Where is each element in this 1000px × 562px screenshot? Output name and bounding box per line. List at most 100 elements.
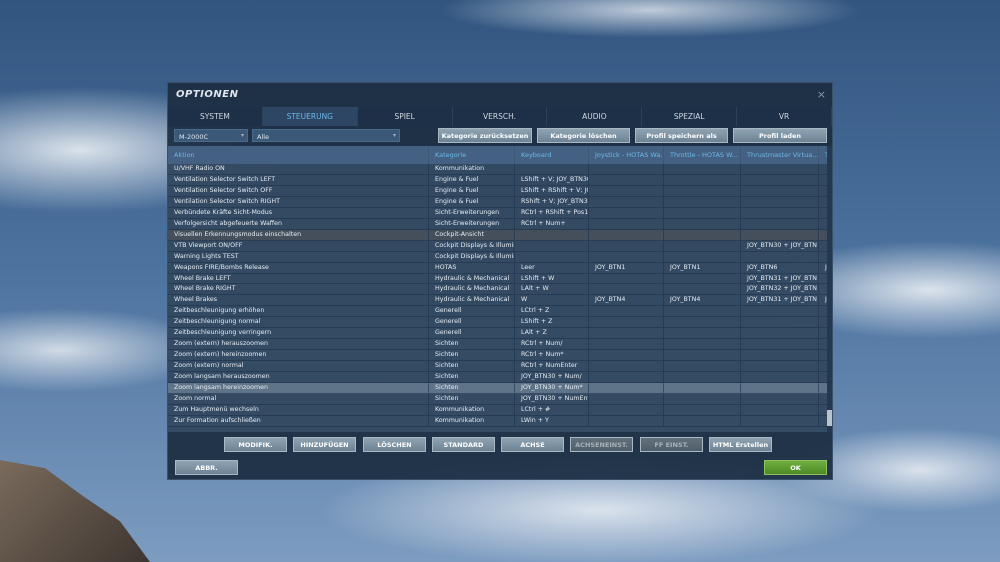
table-cell: Ventilation Selector Switch RIGHT [168, 196, 429, 207]
table-cell: JOY_BTN6 [741, 262, 819, 273]
bottom-button-modifik[interactable]: MODIFIK. [224, 437, 287, 452]
table-cell: Verbündete Kräfte Sicht-Modus [168, 207, 429, 218]
table-cell: Leer [515, 262, 589, 273]
tab-vr[interactable]: VR [737, 107, 833, 126]
table-cell [589, 240, 664, 251]
table-row[interactable]: Ventilation Selector Switch OFF Engine & … [168, 185, 832, 197]
table-cell: RCtrl + NumEnter [515, 361, 589, 372]
table-cell [741, 394, 819, 404]
table-cell [664, 339, 741, 350]
column-header[interactable]: Aktion [168, 146, 429, 164]
table-cell: Zoom (extern) hereinzoomen [168, 350, 429, 361]
table-cell [664, 240, 741, 251]
table-cell: RCtrl + RShift + Pos1 [515, 207, 589, 218]
column-header[interactable]: Joystick - HOTAS Wa... [589, 146, 664, 164]
table-cell [664, 273, 741, 284]
table-cell: Warning Lights TEST [168, 251, 429, 262]
table-row[interactable]: Zoom (extern) herauszoomen Sichten RCtrl +… [168, 339, 832, 351]
table-cell: Cockpit Displays & Illumin [429, 251, 515, 262]
table-cell: Kommunikation [429, 415, 515, 426]
column-header[interactable]: Thrustmaster Virtua... [741, 146, 819, 164]
table-cell: Hydraulic & Mechanical [429, 284, 515, 295]
table-row[interactable]: Zur Formation aufschließen Kommunikation L… [168, 415, 832, 427]
table-cell: Ventilation Selector Switch LEFT [168, 174, 429, 185]
table-row[interactable]: Wheel Brake RIGHT Hydraulic & Mechanical L… [168, 284, 832, 296]
table-row[interactable]: Verfolgersicht abgefeuerte Waffen Sicht-E… [168, 218, 832, 230]
table-cell: Generell [429, 306, 515, 317]
table-row[interactable]: Zoom langsam hereinzoomen Sichten JOY_BTN3… [168, 383, 832, 395]
table-cell: Sichten [429, 350, 515, 361]
table-row[interactable]: Zoom (extern) hereinzoomen Sichten RCtrl +… [168, 350, 832, 362]
table-cell [741, 196, 819, 207]
table-cell: RCtrl + Num* [515, 350, 589, 361]
table-cell [664, 164, 741, 174]
table-row[interactable]: Ventilation Selector Switch LEFT Engine &… [168, 174, 832, 186]
table-cell: Zeitbeschleunigung erhöhen [168, 306, 429, 317]
table-cell: Zoom (extern) herauszoomen [168, 339, 429, 350]
save-profile-button[interactable]: Profil speichern als [635, 128, 728, 143]
table-row[interactable]: Wheel Brake LEFT Hydraulic & Mechanical LS… [168, 273, 832, 285]
vertical-scrollbar[interactable] [827, 146, 832, 432]
bottom-button-standard[interactable]: STANDARD [432, 437, 495, 452]
column-header[interactable]: Throttle - HOTAS W... [664, 146, 741, 164]
tab-audio[interactable]: AUDIO [547, 107, 643, 126]
table-row[interactable]: Verbündete Kräfte Sicht-Modus Sicht-Erwei… [168, 207, 832, 219]
table-row[interactable]: U/VHF Radio ON Kommunikation [168, 164, 832, 175]
table-row[interactable]: Zoom normal Sichten JOY_BTN30 + NumEnter [168, 394, 832, 405]
table-row[interactable]: Zum Hauptmenü wechseln Kommunikation LCtrl… [168, 404, 832, 416]
table-row[interactable]: Zeitbeschleunigung normal Generell LShift … [168, 317, 832, 329]
table-cell [664, 394, 741, 404]
table-cell [589, 317, 664, 328]
table-cell: Wheel Brake RIGHT [168, 284, 429, 295]
table-row[interactable]: Weapons FIRE/Bombs Release HOTAS Leer JOY_B… [168, 262, 832, 274]
table-cell: JOY_BTN1 [589, 262, 664, 273]
ok-button[interactable]: OK [764, 460, 827, 475]
table-cell [741, 218, 819, 229]
table-row[interactable]: Warning Lights TEST Cockpit Displays & Il… [168, 251, 832, 263]
table-cell [741, 164, 819, 174]
table-row[interactable]: VTB Viewport ON/OFF Cockpit Displays & Il… [168, 240, 832, 252]
tab-system[interactable]: SYSTEM [168, 107, 263, 126]
aircraft-select[interactable]: M-2000C [174, 129, 248, 142]
bottom-button-achse[interactable]: ACHSE [501, 437, 564, 452]
table-cell [664, 185, 741, 196]
table-row[interactable]: Zoom langsam herauszoomen Sichten JOY_BTN3… [168, 372, 832, 384]
table-row[interactable]: Ventilation Selector Switch RIGHT Engine … [168, 196, 832, 208]
close-icon[interactable]: × [817, 88, 826, 101]
table-cell [589, 306, 664, 317]
load-profile-button[interactable]: Profil laden [733, 128, 827, 143]
tab-steuerung[interactable]: STEUERUNG [262, 107, 358, 126]
table-row[interactable]: Wheel Brakes Hydraulic & Mechanical W JOY_B… [168, 295, 832, 307]
tab-spiel[interactable]: SPIEL [358, 107, 453, 126]
delete-category-button[interactable]: Kategorie löschen [537, 128, 630, 143]
bottom-button-hinzufügen[interactable]: HINZUFÜGEN [293, 437, 356, 452]
table-cell [589, 185, 664, 196]
table-cell [741, 350, 819, 361]
vertical-scroll-thumb[interactable] [827, 410, 832, 426]
table-cell: JOY_BTN32 + JOY_BTN [741, 284, 819, 295]
table-cell: Engine & Fuel [429, 185, 515, 196]
table-cell: LShift + RShift + V; JO [515, 185, 589, 196]
cancel-button[interactable]: ABBR. [175, 460, 238, 475]
table-cell: JOY_BTN1 [664, 262, 741, 273]
table-cell: LWin + Y [515, 415, 589, 426]
table-row[interactable]: Visuellen Erkennungsmodus einschalten Coc… [168, 229, 832, 241]
table-row[interactable]: Zeitbeschleunigung verringern Generell LAl… [168, 328, 832, 340]
category-select[interactable]: Alle [252, 129, 400, 142]
table-row[interactable]: Zoom (extern) normal Sichten RCtrl + NumEn… [168, 361, 832, 373]
tab-versch[interactable]: VERSCH. [453, 107, 548, 126]
bottom-button-achseneinst[interactable]: ACHSENEINST. [570, 437, 633, 452]
reset-category-button[interactable]: Kategorie zurücksetzen [438, 128, 532, 143]
table-cell [664, 174, 741, 185]
column-header[interactable]: Keyboard [515, 146, 589, 164]
table-row[interactable]: Zeitbeschleunigung erhöhen Generell LCtrl … [168, 306, 832, 318]
filter-row: M-2000C Alle Kategorie zurücksetzen Kate… [168, 126, 832, 146]
bottom-button-htmlerstellen[interactable]: HTML Erstellen [709, 437, 772, 452]
table-cell: Ventilation Selector Switch OFF [168, 185, 429, 196]
table-cell: JOY_BTN30 + JOY_BTN [741, 240, 819, 251]
bottom-button-ffeinst[interactable]: FF EINST. [640, 437, 703, 452]
column-header[interactable]: Kategorie [429, 146, 515, 164]
bottom-button-löschen[interactable]: LÖSCHEN [363, 437, 426, 452]
table-cell [664, 196, 741, 207]
tab-spezial[interactable]: SPEZIAL [642, 107, 738, 126]
